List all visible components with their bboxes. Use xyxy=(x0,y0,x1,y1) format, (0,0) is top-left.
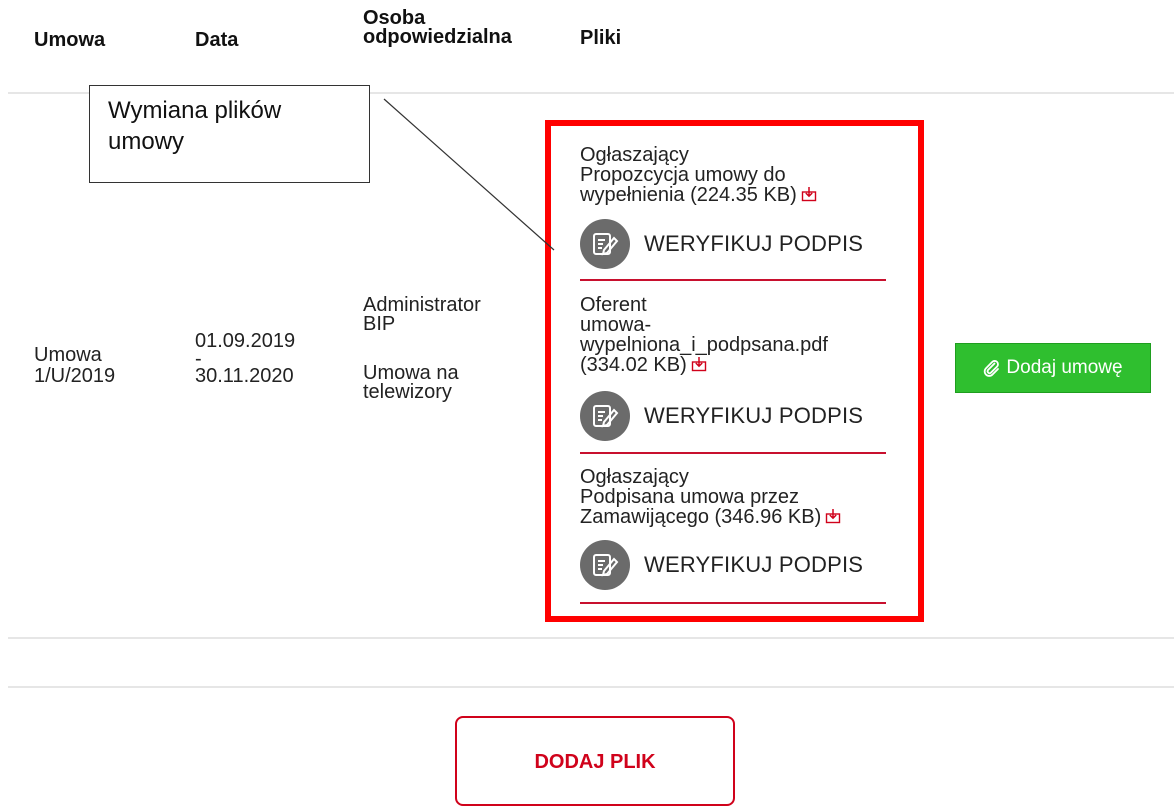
file-entry: Ogłaszający Podpisana umowa przez Zamawi… xyxy=(580,467,890,527)
file-separator xyxy=(580,279,886,281)
callout-line2: umowy xyxy=(108,128,185,155)
row-divider xyxy=(8,637,1174,639)
callout-line1: Wymiana plików xyxy=(108,97,282,124)
file-download-link[interactable]: (334.02 KB) xyxy=(580,354,687,376)
date-cell: 01.09.2019 - 30.11.2020 xyxy=(195,331,295,387)
file-author: Oferent xyxy=(580,294,647,316)
signature-edit-icon xyxy=(580,391,630,441)
signature-edit-icon xyxy=(580,540,630,590)
contract-cell-line1: Umowa xyxy=(34,344,102,366)
column-header-responsible: Osoba odpowiedzialna xyxy=(363,8,512,48)
column-header-responsible-line2: odpowiedzialna xyxy=(363,26,512,48)
file-entry: Oferent umowa- wypelniona_i_podpsana.pdf… xyxy=(580,295,890,375)
contract-number: 1/U/2019 xyxy=(34,365,116,387)
file-name-line1: Podpisana umowa przez xyxy=(580,486,800,508)
column-header-files: Pliki xyxy=(580,27,622,49)
file-name-line1: Propozcycja umowy do xyxy=(580,164,786,186)
file-author: Ogłaszający xyxy=(580,466,689,488)
signature-edit-icon xyxy=(580,219,630,269)
verify-signature-label: WERYFIKUJ PODPIS xyxy=(644,403,864,428)
date-from: 01.09.2019 xyxy=(195,330,296,352)
responsible-cell: Administrator BIP Umowa na telewizory xyxy=(363,295,481,403)
download-icon[interactable] xyxy=(801,186,817,202)
responsible-line2: BIP xyxy=(363,313,396,335)
verify-signature-label: WERYFIKUJ PODPIS xyxy=(644,552,864,577)
file-separator xyxy=(580,452,886,454)
paperclip-icon xyxy=(984,360,1000,377)
footer-divider xyxy=(8,686,1174,688)
date-separator: - xyxy=(195,348,202,370)
add-file-label: DODAJ PLIK xyxy=(534,751,656,773)
add-file-button[interactable]: DODAJ PLIK xyxy=(455,716,735,806)
add-contract-button[interactable]: Dodaj umowę xyxy=(955,343,1151,393)
column-header-contract: Umowa xyxy=(34,29,106,51)
file-separator xyxy=(580,602,886,604)
callout-annotation: Wymiana plików umowy xyxy=(89,85,370,183)
date-to: 30.11.2020 xyxy=(195,365,294,387)
verify-signature-button[interactable]: WERYFIKUJ PODPIS xyxy=(580,219,863,269)
add-contract-label: Dodaj umowę xyxy=(1006,357,1123,378)
file-name-line1: umowa- xyxy=(580,314,652,336)
contract-cell: Umowa 1/U/2019 xyxy=(34,345,115,387)
file-entry: Ogłaszający Propozcycja umowy do wypełni… xyxy=(580,145,890,205)
file-download-link[interactable]: Zamawijącego (346.96 KB) xyxy=(580,506,821,528)
download-icon[interactable] xyxy=(825,508,841,524)
note-line2: telewizory xyxy=(363,381,452,403)
file-author: Ogłaszający xyxy=(580,144,689,166)
file-download-link[interactable]: wypełnienia (224.35 KB) xyxy=(580,184,797,206)
column-header-date: Data xyxy=(195,29,239,51)
verify-signature-button[interactable]: WERYFIKUJ PODPIS xyxy=(580,540,863,590)
file-name-line2: wypelniona_i_podpsana.pdf xyxy=(580,334,828,356)
download-icon[interactable] xyxy=(691,356,707,372)
verify-signature-button[interactable]: WERYFIKUJ PODPIS xyxy=(580,391,863,441)
verify-signature-label: WERYFIKUJ PODPIS xyxy=(644,231,864,256)
